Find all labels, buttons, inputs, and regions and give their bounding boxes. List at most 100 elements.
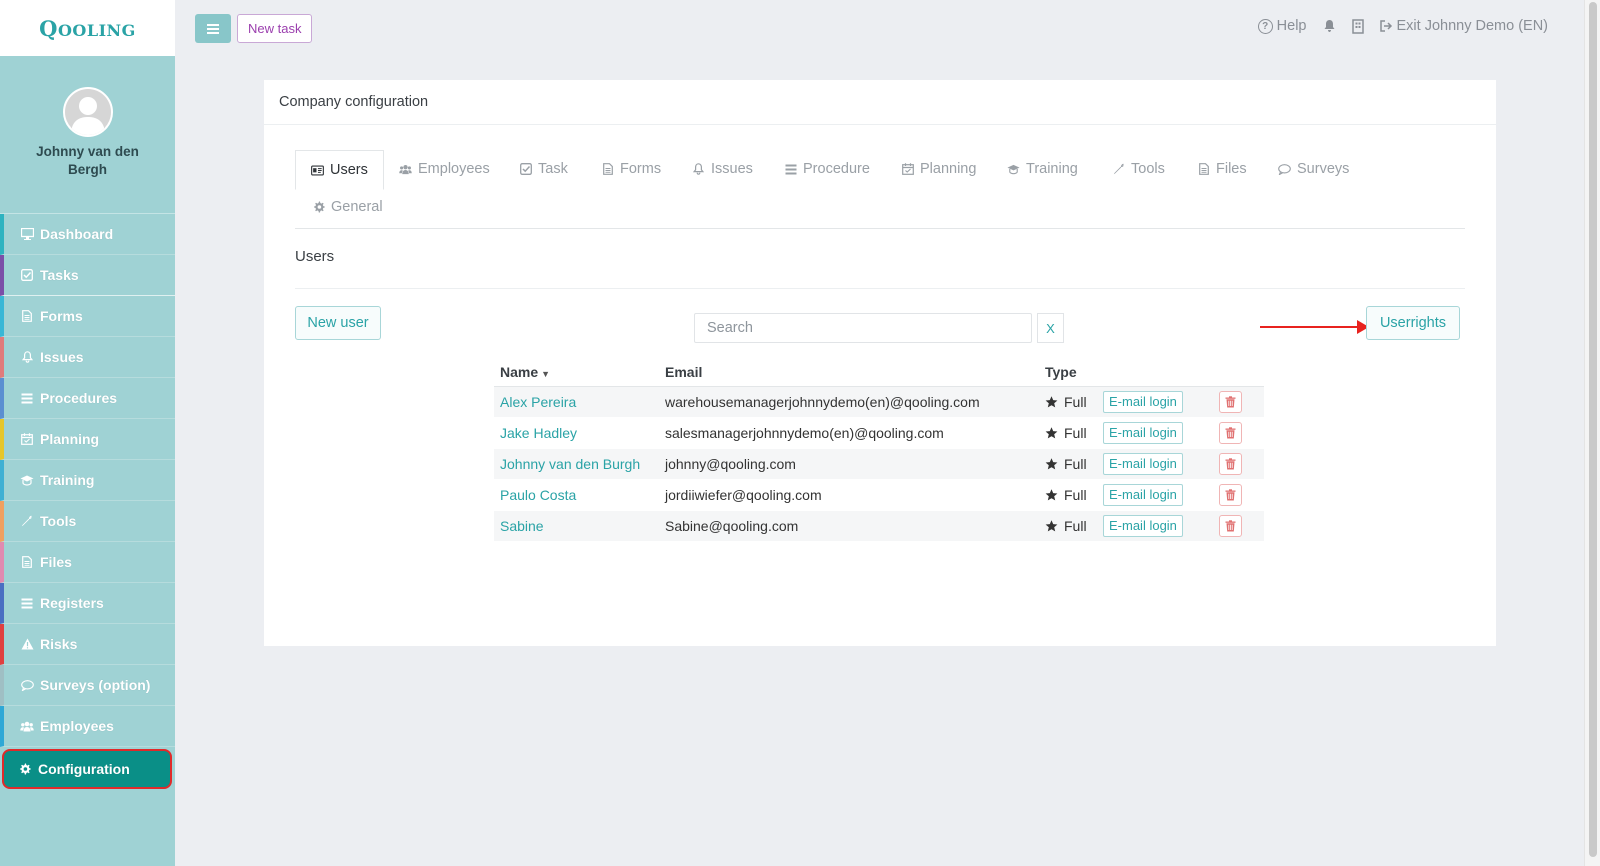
sidebar-item-label: Planning — [40, 431, 100, 447]
user-name-link[interactable]: Paulo Costa — [500, 487, 576, 503]
sidebar-item-planning[interactable]: Planning — [0, 419, 175, 460]
user-name-link[interactable]: Jake Hadley — [500, 425, 577, 441]
scrollbar-thumb[interactable] — [1589, 2, 1597, 857]
user-type-label: Full — [1064, 456, 1087, 472]
delete-user-button[interactable] — [1219, 453, 1242, 475]
search-clear-button[interactable]: X — [1037, 313, 1064, 343]
hamburger-menu-button[interactable] — [195, 14, 231, 43]
tab-label: Training — [1026, 161, 1078, 177]
user-name-link[interactable]: Alex Pereira — [500, 394, 576, 410]
delete-user-button[interactable] — [1219, 391, 1242, 413]
delete-user-button[interactable] — [1219, 484, 1242, 506]
warning-icon — [20, 638, 34, 650]
exit-link[interactable]: Exit Johnny Demo (EN) — [1379, 18, 1549, 34]
new-user-button[interactable]: New user — [295, 306, 381, 340]
delete-cell — [1219, 453, 1264, 475]
sidebar-item-procedures[interactable]: Procedures — [0, 378, 175, 419]
star-icon — [1045, 427, 1058, 439]
email-login-button[interactable]: E-mail login — [1103, 453, 1183, 475]
building-button[interactable] — [1351, 18, 1364, 34]
column-header-name[interactable]: Name ▼ — [494, 364, 665, 380]
check-square-icon — [519, 163, 532, 175]
list-icon — [20, 393, 34, 404]
tab-planning[interactable]: Planning — [901, 150, 976, 188]
tab-files[interactable]: Files — [1197, 150, 1247, 188]
user-type-label: Full — [1064, 487, 1087, 503]
sidebar-item-label: Tasks — [40, 267, 79, 283]
sidebar-item-configuration[interactable]: Configuration — [2, 749, 172, 789]
table-body: Alex Pereira warehousemanagerjohnnydemo(e… — [494, 387, 1264, 542]
tab-tools[interactable]: Tools — [1112, 150, 1165, 188]
sidebar-item-tools[interactable]: Tools — [0, 501, 175, 542]
help-link[interactable]: ? Help — [1257, 18, 1307, 34]
bell-icon — [1324, 20, 1334, 32]
trash-icon — [1225, 396, 1236, 408]
sidebar-item-issues[interactable]: Issues — [0, 337, 175, 378]
star-icon — [1045, 458, 1058, 470]
tab-general[interactable]: General — [312, 188, 383, 226]
sidebar-item-label: Registers — [40, 595, 104, 611]
logo[interactable]: QOOLING — [39, 16, 136, 41]
user-type-label: Full — [1064, 425, 1087, 441]
email-login-button[interactable]: E-mail login — [1103, 484, 1183, 506]
hamburger-icon — [207, 27, 219, 30]
notifications-button[interactable] — [1323, 19, 1336, 33]
trash-icon — [1225, 489, 1236, 501]
config-tabs: Users Employees Task Forms Issues Procedure Pl… — [295, 150, 1465, 229]
wrench-icon — [1112, 163, 1125, 175]
exit-label: Exit Johnny Demo (EN) — [1396, 18, 1549, 34]
tab-surveys[interactable]: Surveys — [1278, 150, 1349, 188]
sidebar-item-tasks[interactable]: Tasks — [0, 255, 175, 296]
sidebar-item-surveys-option[interactable]: Surveys (option) — [0, 665, 175, 706]
sidebar-item-registers[interactable]: Registers — [0, 583, 175, 624]
comment-icon — [20, 679, 34, 691]
user-name-link[interactable]: Johnny van den Burgh — [500, 456, 640, 472]
table-row: Jake Hadley salesmanagerjohnnydemo(en)@qo… — [494, 418, 1264, 449]
tab-training[interactable]: Training — [1007, 150, 1078, 188]
tab-issues[interactable]: Issues — [692, 150, 753, 188]
file-icon — [20, 310, 34, 322]
new-task-button[interactable]: New task — [237, 14, 313, 43]
login-cell: E-mail login — [1103, 484, 1219, 506]
tab-forms[interactable]: Forms — [601, 150, 661, 188]
sidebar-item-label: Issues — [40, 349, 84, 365]
sidebar-item-label: Surveys (option) — [40, 677, 151, 693]
userrights-button[interactable]: Userrights — [1366, 306, 1460, 340]
sidebar-item-label: Employees — [40, 718, 114, 734]
user-name-link[interactable]: Sabine — [500, 518, 544, 534]
email-login-button[interactable]: E-mail login — [1103, 391, 1183, 413]
sidebar-item-label: Dashboard — [40, 226, 114, 242]
avatar[interactable] — [62, 87, 113, 137]
table-row: Paulo Costa jordiiwiefer@qooling.com Full E… — [494, 480, 1264, 511]
bell-icon — [692, 163, 705, 175]
tab-procedure[interactable]: Procedure — [784, 150, 870, 188]
email-login-button[interactable]: E-mail login — [1103, 515, 1183, 537]
wrench-icon — [20, 515, 34, 527]
check-square-icon — [20, 269, 34, 281]
logo-box: QOOLING — [0, 0, 175, 56]
delete-user-button[interactable] — [1219, 422, 1242, 444]
sidebar-item-training[interactable]: Training — [0, 460, 175, 501]
star-icon — [1045, 396, 1058, 408]
search-input[interactable] — [694, 313, 1032, 343]
scrollbar[interactable] — [1584, 0, 1600, 866]
tab-task[interactable]: Task — [519, 150, 568, 188]
tab-employees[interactable]: Employees — [399, 150, 490, 188]
sidebar-item-risks[interactable]: Risks — [0, 624, 175, 665]
sidebar-item-files[interactable]: Files — [0, 542, 175, 583]
graduation-cap-icon — [1007, 164, 1020, 175]
tab-users[interactable]: Users — [295, 150, 384, 190]
user-type-cell: Full — [1045, 518, 1103, 534]
gear-icon — [18, 763, 32, 775]
trash-icon — [1225, 458, 1236, 470]
user-type-cell: Full — [1045, 425, 1103, 441]
help-label: Help — [1276, 18, 1307, 34]
sidebar-item-employees[interactable]: Employees — [0, 706, 175, 747]
sidebar-item-label: Risks — [40, 636, 78, 652]
delete-user-button[interactable] — [1219, 515, 1242, 537]
sidebar-item-forms[interactable]: Forms — [0, 296, 175, 337]
email-login-button[interactable]: E-mail login — [1103, 422, 1183, 444]
sidebar-item-dashboard[interactable]: Dashboard — [0, 214, 175, 255]
star-icon — [1045, 489, 1058, 501]
sign-out-icon — [1379, 20, 1392, 32]
